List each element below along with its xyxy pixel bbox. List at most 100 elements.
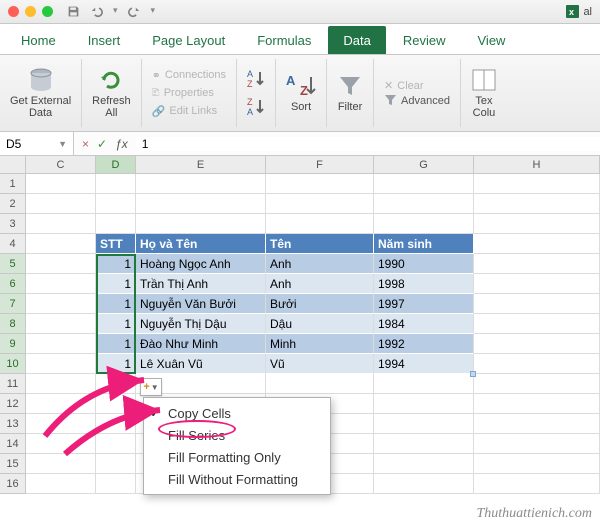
- row-header-16[interactable]: 16: [0, 474, 26, 494]
- cell-C3[interactable]: [26, 214, 96, 234]
- sort-button[interactable]: AZ Sort: [286, 73, 316, 113]
- cell-F6[interactable]: Anh: [266, 274, 374, 294]
- cell-F5[interactable]: Anh: [266, 254, 374, 274]
- cell-F2[interactable]: [266, 194, 374, 214]
- enter-icon[interactable]: ✓: [97, 137, 107, 151]
- row-header-1[interactable]: 1: [0, 174, 26, 194]
- cell-G12[interactable]: [374, 394, 474, 414]
- row-header-6[interactable]: 6: [0, 274, 26, 294]
- cell-F10[interactable]: Vũ: [266, 354, 374, 374]
- column-header-D[interactable]: D: [96, 156, 136, 173]
- cell-D2[interactable]: [96, 194, 136, 214]
- cell-H15[interactable]: [474, 454, 600, 474]
- name-box[interactable]: D5 ▼: [0, 132, 74, 155]
- tab-insert[interactable]: Insert: [73, 26, 136, 54]
- cell-G8[interactable]: 1984: [374, 314, 474, 334]
- cell-E10[interactable]: Lê Xuân Vũ: [136, 354, 266, 374]
- filter-button[interactable]: Filter: [337, 73, 363, 113]
- cancel-icon[interactable]: ×: [82, 137, 89, 151]
- text-to-columns-button[interactable]: Tex Colu: [471, 67, 497, 119]
- cell-F1[interactable]: [266, 174, 374, 194]
- refresh-all-button[interactable]: Refresh All: [92, 67, 131, 119]
- cell-G16[interactable]: [374, 474, 474, 494]
- tab-formulas[interactable]: Formulas: [242, 26, 326, 54]
- cell-G2[interactable]: [374, 194, 474, 214]
- row-header-8[interactable]: 8: [0, 314, 26, 334]
- tab-view[interactable]: View: [463, 26, 521, 54]
- row-header-10[interactable]: 10: [0, 354, 26, 374]
- cell-D10[interactable]: 1: [96, 354, 136, 374]
- undo-icon[interactable]: [90, 5, 103, 18]
- cell-D16[interactable]: [96, 474, 136, 494]
- cell-F7[interactable]: Bưởi: [266, 294, 374, 314]
- cell-H14[interactable]: [474, 434, 600, 454]
- cell-D9[interactable]: 1: [96, 334, 136, 354]
- properties-button[interactable]: 🗈 Properties: [152, 84, 214, 103]
- cell-H2[interactable]: [474, 194, 600, 214]
- redo-dropdown-icon[interactable]: ▾: [151, 5, 156, 18]
- cell-D6[interactable]: 1: [96, 274, 136, 294]
- cell-C5[interactable]: [26, 254, 96, 274]
- cell-C11[interactable]: [26, 374, 96, 394]
- cell-G1[interactable]: [374, 174, 474, 194]
- row-header-13[interactable]: 13: [0, 414, 26, 434]
- cell-D14[interactable]: [96, 434, 136, 454]
- redo-icon[interactable]: [128, 5, 141, 18]
- row-header-12[interactable]: 12: [0, 394, 26, 414]
- cell-H8[interactable]: [474, 314, 600, 334]
- cell-G11[interactable]: [374, 374, 474, 394]
- cell-C10[interactable]: [26, 354, 96, 374]
- cell-G9[interactable]: 1992: [374, 334, 474, 354]
- sort-za-button[interactable]: ZA: [247, 96, 265, 118]
- menu-fill-series[interactable]: Fill Series: [144, 424, 330, 446]
- cell-G14[interactable]: [374, 434, 474, 454]
- menu-copy-cells[interactable]: ✓ Copy Cells: [144, 402, 330, 424]
- tab-review[interactable]: Review: [388, 26, 461, 54]
- cell-D8[interactable]: 1: [96, 314, 136, 334]
- row-header-2[interactable]: 2: [0, 194, 26, 214]
- cell-G4[interactable]: Năm sinh: [374, 234, 474, 254]
- cell-E8[interactable]: Nguyễn Thị Dậu: [136, 314, 266, 334]
- minimize-window-button[interactable]: [25, 6, 36, 17]
- row-header-14[interactable]: 14: [0, 434, 26, 454]
- cell-H11[interactable]: [474, 374, 600, 394]
- cell-E1[interactable]: [136, 174, 266, 194]
- cell-C2[interactable]: [26, 194, 96, 214]
- row-header-15[interactable]: 15: [0, 454, 26, 474]
- cell-D4[interactable]: STT: [96, 234, 136, 254]
- tab-data[interactable]: Data: [328, 26, 385, 54]
- undo-dropdown-icon[interactable]: ▾: [113, 5, 118, 18]
- cell-D13[interactable]: [96, 414, 136, 434]
- cell-C15[interactable]: [26, 454, 96, 474]
- cell-D5[interactable]: 1: [96, 254, 136, 274]
- cell-H9[interactable]: [474, 334, 600, 354]
- cell-C16[interactable]: [26, 474, 96, 494]
- cell-D1[interactable]: [96, 174, 136, 194]
- cell-F3[interactable]: [266, 214, 374, 234]
- cell-H7[interactable]: [474, 294, 600, 314]
- edit-links-button[interactable]: 🔗 Edit Links: [152, 105, 217, 118]
- cell-H13[interactable]: [474, 414, 600, 434]
- cell-G13[interactable]: [374, 414, 474, 434]
- row-header-4[interactable]: 4: [0, 234, 26, 254]
- cell-C7[interactable]: [26, 294, 96, 314]
- cell-F4[interactable]: Tên: [266, 234, 374, 254]
- cell-E7[interactable]: Nguyễn Văn Bưởi: [136, 294, 266, 314]
- save-icon[interactable]: [67, 5, 80, 18]
- menu-fill-without-formatting[interactable]: Fill Without Formatting: [144, 468, 330, 490]
- cell-C9[interactable]: [26, 334, 96, 354]
- column-header-F[interactable]: F: [266, 156, 374, 173]
- cell-H6[interactable]: [474, 274, 600, 294]
- close-window-button[interactable]: [8, 6, 19, 17]
- cell-G7[interactable]: 1997: [374, 294, 474, 314]
- cell-H5[interactable]: [474, 254, 600, 274]
- formula-input[interactable]: 1: [136, 137, 600, 151]
- cell-H10[interactable]: [474, 354, 600, 374]
- column-header-H[interactable]: H: [474, 156, 600, 173]
- cell-C6[interactable]: [26, 274, 96, 294]
- cell-E9[interactable]: Đào Như Minh: [136, 334, 266, 354]
- cell-G6[interactable]: 1998: [374, 274, 474, 294]
- cell-C12[interactable]: [26, 394, 96, 414]
- cell-H16[interactable]: [474, 474, 600, 494]
- cell-D7[interactable]: 1: [96, 294, 136, 314]
